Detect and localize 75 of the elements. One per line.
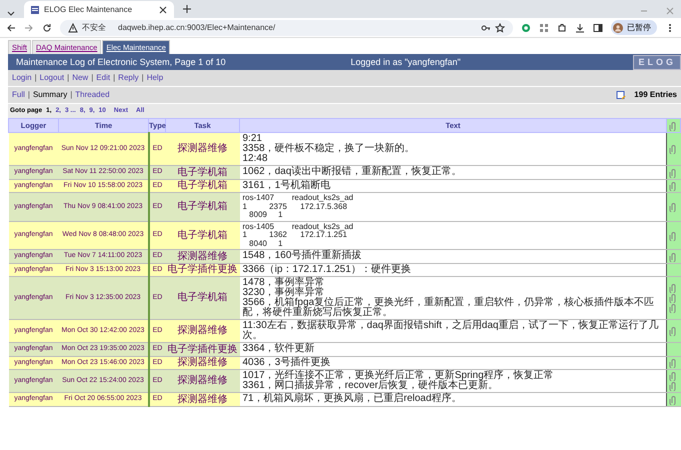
entries-count: 199 Entries <box>634 89 677 102</box>
view-link[interactable]: Full <box>12 89 25 102</box>
separator: | <box>67 72 70 84</box>
sidebar-icon[interactable] <box>593 22 603 32</box>
page-title: Maintenance Log of Electronic System, Page 1 of 10 <box>16 56 226 69</box>
grid-icon[interactable] <box>539 22 549 32</box>
entry-text: 1 2375 172.17.5.368 <box>242 202 348 211</box>
menu-link[interactable]: New <box>72 72 88 84</box>
tab-title: ELOG Elec Maintenance <box>44 4 134 16</box>
view-link[interactable]: Summary <box>32 89 68 102</box>
table-cell: 探测器维修 <box>166 320 240 343</box>
entry-text: 3566，机箱fpga复位后正常，更换光纤，重新配置，重启软件，仍异常，核心板插件版本不匹配，将硬件重新烧写后恢复正常。 <box>242 298 656 318</box>
menu-link[interactable]: Help <box>146 72 164 84</box>
table-cell: 电子学机箱 <box>166 166 240 180</box>
table-cell: 探测器维修 <box>166 132 240 166</box>
entry-text: 3366（ip：172.17.1.251）：硬件更换 <box>242 264 412 275</box>
warning-icon <box>68 22 78 32</box>
new-tab-icon[interactable] <box>182 4 192 14</box>
url-text: daqweb.ihep.ac.cn:9003/Elec+Maintenance/ <box>118 22 276 34</box>
view-link[interactable]: Threaded <box>75 89 110 102</box>
menu-link[interactable]: Edit <box>96 72 110 84</box>
entry-text: 1 1362 172.17.1.251 <box>242 231 348 240</box>
table-cell: 探测器维修 <box>166 250 240 264</box>
key-icon[interactable] <box>481 22 491 32</box>
table-cell: 探测器维修 <box>166 392 240 406</box>
separator: | <box>142 72 144 84</box>
login-status: Logged in as "yangfengfan" <box>350 56 461 69</box>
menu-link[interactable]: Reply <box>118 72 139 84</box>
entry-text: 12:48 <box>242 154 269 164</box>
extension-icon[interactable] <box>521 22 531 32</box>
download-icon[interactable] <box>575 22 585 32</box>
reload-icon[interactable] <box>42 22 52 32</box>
back-icon[interactable] <box>6 22 16 32</box>
entry-text: ros-1405 readout_ks2s_ad <box>242 222 354 232</box>
page-icon <box>30 4 40 14</box>
star-icon[interactable] <box>495 22 505 32</box>
close-icon[interactable] <box>158 4 168 14</box>
logo: ELOG <box>633 54 681 70</box>
entry-text: 3364，软件更新 <box>242 344 316 354</box>
entry-text: 9:21 <box>242 134 262 144</box>
menu-link[interactable]: Logout <box>40 72 64 84</box>
separator: | <box>34 72 37 84</box>
avatar-icon <box>613 22 623 32</box>
entry-text: 3358，硬件板不稳定，换了一块新的。 <box>242 144 416 154</box>
table-cell: 电子学机箱 <box>166 192 240 222</box>
entry-text: 3161，1号机箱断电 <box>242 180 332 191</box>
entry-text: 8009 1 <box>248 211 284 220</box>
browser-tab[interactable]: ELOG Elec Maintenance <box>24 1 174 18</box>
separator: | <box>70 89 72 102</box>
separator: | <box>28 89 30 102</box>
table-cell: 探测器维修 <box>166 370 240 393</box>
address-bar[interactable]: 不安全 daqweb.ihep.ac.cn:9003/Elec+Maintenance/ <box>60 20 513 36</box>
entry-text: 1548，160号插件重新插拔 <box>242 251 362 262</box>
security-label: 不安全 <box>82 22 106 34</box>
table-cell: 电子学机箱 <box>166 221 240 250</box>
table-cell: 电子学插件更换 <box>166 263 240 277</box>
entry-text: 1062，daq读出中断报错，重新配置，恢复正常。 <box>242 167 462 178</box>
entry-text: 71，机箱风扇坏，更换风扇，已重启reload程序。 <box>242 394 462 404</box>
table-cell: 电子学机箱 <box>166 179 240 193</box>
separator: | <box>113 72 116 84</box>
separator: | <box>91 72 94 84</box>
entry-text: 3361，网口插拔异常，recover后恢复，硬件版本已更新。 <box>242 381 500 392</box>
attachment-icon <box>668 121 678 132</box>
entry-text: 8040 1 <box>248 240 284 248</box>
table-cell: 电子学机箱 <box>166 276 240 320</box>
notepad-icon[interactable] <box>616 90 626 100</box>
table-cell: 电子学插件更换 <box>166 342 240 356</box>
entry-text: ros-1407 readout_ks2s_ad <box>242 194 354 203</box>
menu-link[interactable]: Login <box>12 72 32 84</box>
forward-icon[interactable] <box>24 22 34 32</box>
puzzle-icon[interactable] <box>557 22 567 32</box>
profile-button[interactable]: 已暂停 <box>611 20 657 35</box>
entry-text: 11:30左右，数据获取异常，daq界面报错shift，之后用daq重启，试了一下，恢复正常运行了几次。 <box>242 321 660 342</box>
table-cell: 探测器维修 <box>166 356 240 370</box>
entry-text: 4036，3号插件更换 <box>242 358 332 368</box>
